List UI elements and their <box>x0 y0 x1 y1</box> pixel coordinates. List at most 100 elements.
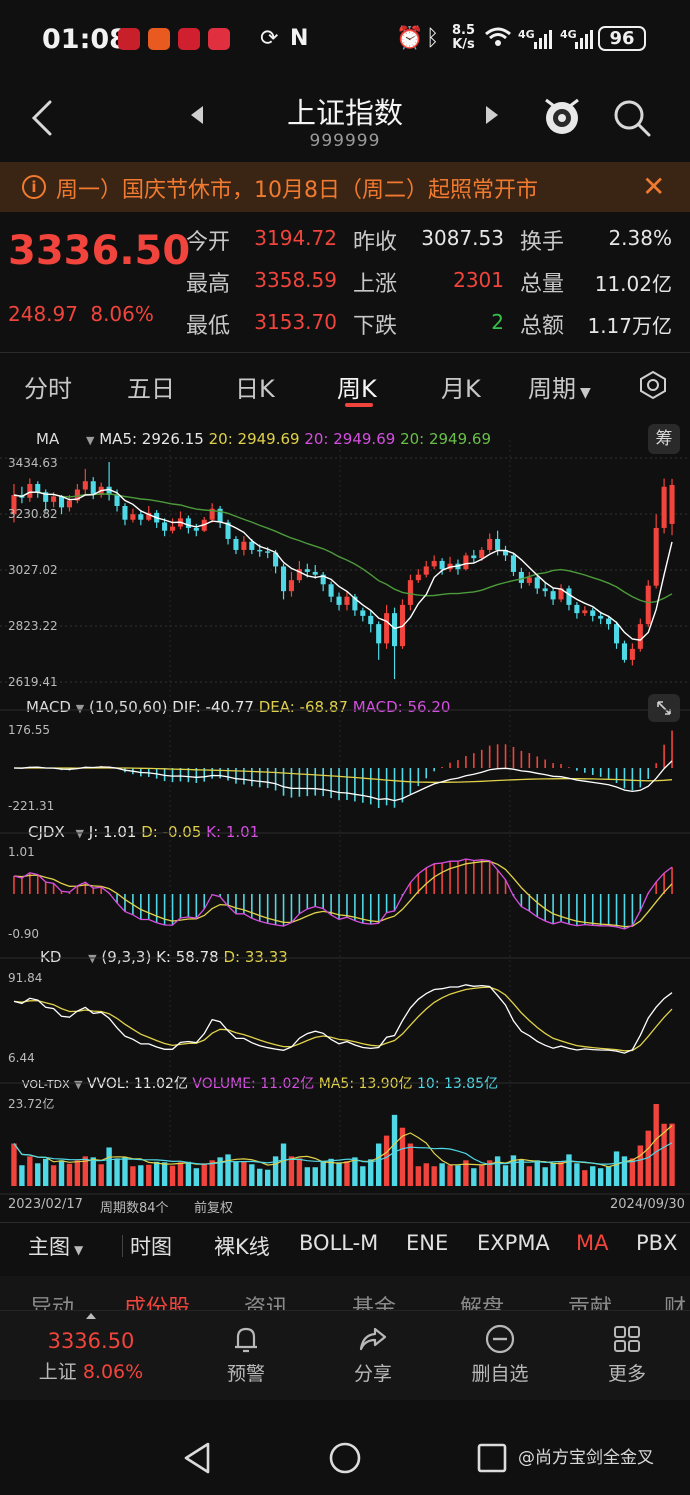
settings-hexagon-icon <box>640 370 666 400</box>
volume-bar <box>407 1143 414 1186</box>
candle-body <box>550 591 556 600</box>
candle-body <box>471 555 477 559</box>
candle-body <box>566 588 572 605</box>
y-tick-label: 3230.82 <box>8 507 58 521</box>
tab-period-dropdown[interactable]: 周期 ▼ <box>528 369 591 404</box>
nav-recents-icon[interactable] <box>474 1440 510 1476</box>
section-tab-finance[interactable]: 财 <box>664 1290 686 1312</box>
bottom-action-bar: 3336.50 上证 8.06% 预警 分享 删自选 更多 <box>0 1310 690 1400</box>
ind-option-boll-m[interactable]: BOLL-M <box>299 1231 378 1255</box>
volume-bar <box>534 1160 540 1186</box>
tab-intraday[interactable]: 分时 <box>24 369 72 404</box>
nav-back-icon[interactable] <box>180 1440 216 1476</box>
main-chart-dropdown[interactable]: 主图 ▼ <box>28 1231 83 1261</box>
candle-body <box>629 648 635 660</box>
volume-bar <box>312 1167 318 1186</box>
tab-five-day[interactable]: 五日 <box>127 369 175 404</box>
adjust-mode[interactable]: 前复权 <box>194 1197 233 1216</box>
sync-icon: ⟳ <box>260 26 279 51</box>
vol-ma5-line <box>13 1125 673 1168</box>
candle-body <box>479 549 485 559</box>
macd-dea-line <box>14 767 673 783</box>
section-tab-analysis[interactable]: 解盘 <box>460 1290 504 1312</box>
notice-text: 周一）国庆节休市，10月8日（周二）起照常开市 <box>56 178 538 203</box>
volume-bar <box>122 1157 128 1186</box>
volume-bar <box>257 1168 263 1186</box>
page-title: 上证指数 <box>286 96 403 130</box>
section-tab-constituents[interactable]: 成份股 <box>124 1290 190 1312</box>
volume-bar <box>50 1165 57 1186</box>
robot-assistant-button[interactable] <box>540 94 584 138</box>
candle-body <box>169 526 176 531</box>
remove-watchlist-button[interactable]: 删自选 <box>450 1311 550 1401</box>
chart-settings-button[interactable] <box>638 370 668 400</box>
section-tab-funds[interactable]: 基金 <box>352 1290 396 1312</box>
kline-chart[interactable]: 3434.63 3230.82 3027.02 2823.22 2619.41 176.5… <box>0 420 690 1220</box>
more-button[interactable]: 更多 <box>577 1311 677 1401</box>
alert-button[interactable]: 预警 <box>196 1311 296 1401</box>
quote-stat-value: 3153.70 <box>254 310 337 334</box>
section-tab-movers[interactable]: 异动 <box>30 1290 74 1312</box>
candle-body <box>653 527 659 586</box>
quote-stat-value: 1.17万亿 <box>587 314 672 338</box>
volume-bar <box>494 1156 501 1186</box>
quote-stat-label: 昨收 <box>353 230 398 255</box>
candle-body <box>138 514 144 520</box>
candle-body <box>661 486 667 528</box>
ind-option-ene[interactable]: ENE <box>406 1231 448 1255</box>
candle-body <box>122 505 128 520</box>
candle-body <box>439 560 445 570</box>
share-button[interactable]: 分享 <box>323 1311 423 1401</box>
search-button[interactable] <box>610 96 654 140</box>
candle-body <box>193 527 199 531</box>
nfc-icon: N <box>290 26 309 51</box>
section-tabs: 异动 成份股 资讯 基金 解盘 贡献 财 <box>0 1276 690 1312</box>
nav-home-icon[interactable] <box>327 1440 363 1476</box>
volume-bar <box>574 1163 580 1186</box>
volume-bar <box>637 1145 644 1186</box>
candle-body <box>257 549 263 552</box>
section-tab-contribution[interactable]: 贡献 <box>568 1290 612 1312</box>
y-tick-label: 3027.02 <box>8 563 58 577</box>
candle-body <box>415 574 421 581</box>
ind-option-naked-k[interactable]: 裸K线 <box>214 1231 270 1261</box>
volume-bar <box>415 1166 422 1186</box>
volume-bar <box>502 1165 509 1186</box>
volume-bar <box>146 1164 152 1186</box>
volume-bar <box>368 1159 374 1186</box>
candle-body <box>130 514 136 520</box>
minus-circle-icon <box>485 1324 515 1354</box>
section-tab-news[interactable]: 资讯 <box>244 1290 288 1312</box>
tab-monthly-k[interactable]: 月K <box>441 369 481 404</box>
tab-daily-k[interactable]: 日K <box>235 369 275 404</box>
share-icon <box>359 1327 387 1351</box>
ind-option-time-chart[interactable]: 时图 <box>130 1231 172 1261</box>
y-tick-label: 3434.63 <box>8 456 58 470</box>
next-stock-button[interactable] <box>486 106 498 124</box>
ma5-line <box>13 488 673 641</box>
volume-bar <box>296 1158 303 1186</box>
volume-bar <box>90 1157 96 1186</box>
start-date: 2023/02/17 <box>8 1197 83 1212</box>
candle-body <box>185 518 191 528</box>
close-icon[interactable]: ✕ <box>642 170 665 203</box>
candle-body <box>288 580 295 592</box>
caret-down-icon: ▼ <box>74 1243 84 1257</box>
ind-option-expma[interactable]: EXPMA <box>477 1231 550 1255</box>
kd-d-line <box>13 986 673 1052</box>
quote-stat-label: 上涨 <box>353 272 398 297</box>
volume-bar <box>605 1166 612 1186</box>
bottom-quote-summary[interactable]: 上证 8.06% <box>0 1357 182 1384</box>
tab-weekly-k[interactable]: 周K <box>337 369 377 404</box>
ind-option-ma[interactable]: MA <box>576 1231 608 1255</box>
candle-body <box>431 560 437 567</box>
volume-bar <box>344 1161 350 1186</box>
quote-stats-grid: 今开 3194.72 昨收 3087.53 换手 2.38% 最高 3358.59 上涨 2301… <box>0 220 690 340</box>
quote-stat-label: 总额 <box>520 314 565 339</box>
ind-option-pbx[interactable]: PBX <box>636 1231 677 1255</box>
volume-bar <box>550 1163 556 1186</box>
bottom-quote-price[interactable]: 3336.50 <box>0 1329 182 1353</box>
active-tab-indicator <box>345 403 373 407</box>
quote-stat-label: 下跌 <box>353 314 398 339</box>
volume-bar <box>98 1164 104 1186</box>
